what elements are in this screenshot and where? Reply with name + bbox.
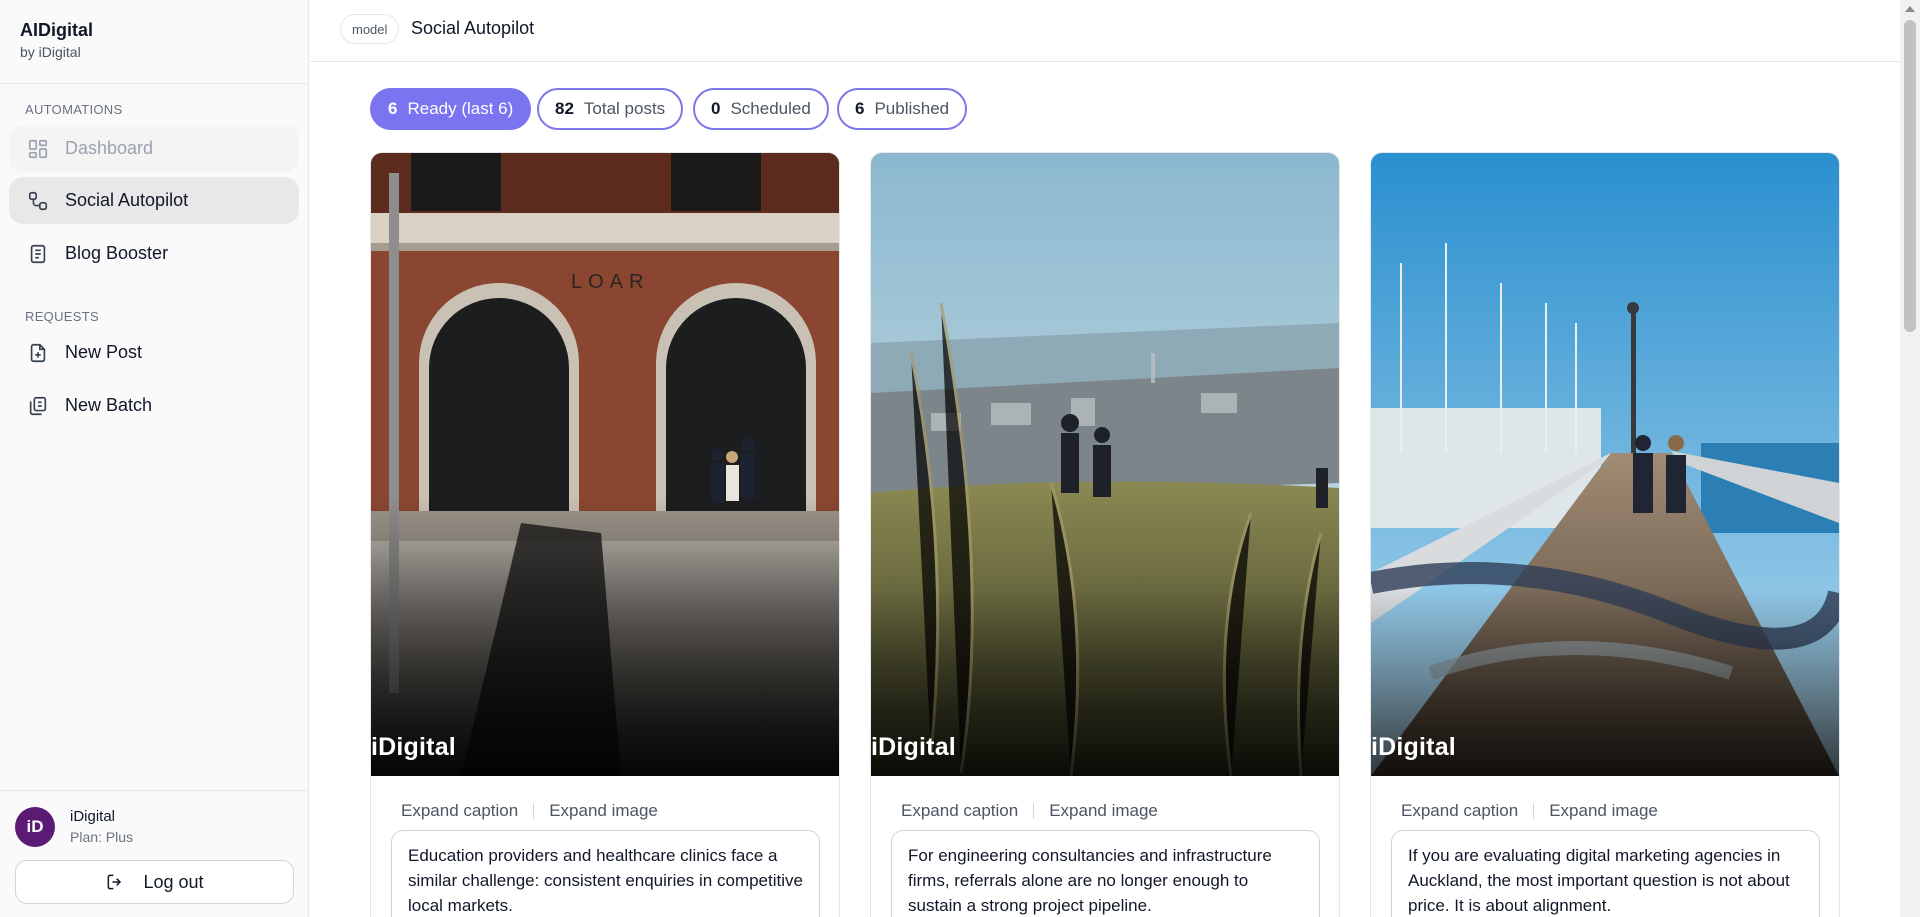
user-name: iDigital: [70, 808, 116, 825]
expand-caption-button[interactable]: Expand caption: [401, 801, 518, 821]
sidebar-item-blog-booster[interactable]: Blog Booster: [9, 230, 299, 277]
post-card: LOAR iDigital Expand caption Expand imag…: [370, 152, 840, 917]
share-nodes-icon: [26, 189, 50, 213]
logout-label: Log out: [143, 871, 204, 892]
expand-caption-button[interactable]: Expand caption: [1401, 801, 1518, 821]
sidebar-footer: iD iDigital Plan: Plus Log out: [0, 790, 309, 917]
sidebar-item-label: New Post: [65, 342, 143, 362]
document-icon: [26, 242, 50, 266]
page-scrollbar[interactable]: [1900, 0, 1920, 917]
post-image-brick-building: LOAR: [371, 153, 839, 776]
post-image[interactable]: iDigital: [871, 153, 1339, 776]
post-image[interactable]: LOAR iDigital: [371, 153, 839, 776]
sidebar: AIDigital by iDigital AUTOMATIONS Dashbo…: [0, 0, 309, 917]
stat-count: 6: [855, 99, 865, 118]
user-plan: Plan: Plus: [70, 829, 134, 845]
stat-count: 82: [555, 99, 574, 118]
post-image-harbour-boardwalk: [1371, 153, 1839, 776]
copy-files-icon: [26, 394, 50, 418]
brand: AIDigital by iDigital: [0, 0, 308, 84]
expand-image-button[interactable]: Expand image: [1049, 801, 1158, 821]
sidebar-item-dashboard[interactable]: Dashboard: [9, 125, 299, 172]
divider: [1533, 803, 1535, 819]
scroll-thumb[interactable]: [1904, 20, 1916, 332]
post-card: iDigital Expand caption Expand image For…: [870, 152, 1340, 917]
brand-name: AIDigital: [20, 20, 94, 40]
caption-text[interactable]: If you are evaluating digital marketing …: [1391, 830, 1820, 917]
file-plus-icon: [26, 341, 50, 365]
logout-button[interactable]: Log out: [15, 860, 294, 904]
dashboard-grid-icon: [26, 137, 50, 161]
stat-count: 6: [388, 99, 398, 118]
brand-subtitle: by iDigital: [20, 44, 81, 60]
divider: [1033, 803, 1035, 819]
sidebar-item-new-batch[interactable]: New Batch: [9, 382, 299, 429]
post-image-hill-city: [871, 153, 1339, 776]
expand-image-button[interactable]: Expand image: [1549, 801, 1658, 821]
stat-pill-total-posts[interactable]: 82 Total posts: [537, 88, 684, 130]
sidebar-item-label: Social Autopilot: [65, 190, 189, 210]
sidebar-item-social-autopilot[interactable]: Social Autopilot: [9, 177, 299, 224]
model-tag: model: [340, 14, 400, 44]
expand-image-button[interactable]: Expand image: [549, 801, 658, 821]
sidebar-item-label: Dashboard: [65, 138, 154, 158]
post-card: iDigital Expand caption Expand image If …: [1370, 152, 1840, 917]
stat-pill-scheduled[interactable]: 0 Scheduled: [693, 88, 829, 130]
section-label-automations: AUTOMATIONS: [25, 102, 123, 117]
stat-count: 0: [711, 99, 721, 118]
caption-text[interactable]: Education providers and healthcare clini…: [391, 830, 820, 917]
caption-text[interactable]: For engineering consultancies and infras…: [891, 830, 1320, 917]
sidebar-item-label: Blog Booster: [65, 243, 169, 263]
section-label-requests: REQUESTS: [25, 309, 99, 324]
watermark-logo: iDigital: [1371, 733, 1456, 761]
watermark-logo: iDigital: [371, 733, 456, 761]
stat-label: Published: [874, 99, 950, 118]
expand-caption-button[interactable]: Expand caption: [901, 801, 1018, 821]
avatar: iD: [15, 807, 55, 847]
stat-label: Scheduled: [730, 99, 811, 118]
sidebar-item-new-post[interactable]: New Post: [9, 329, 299, 376]
watermark-logo: iDigital: [871, 733, 956, 761]
sidebar-item-label: New Batch: [65, 395, 153, 415]
post-image[interactable]: iDigital: [1371, 153, 1839, 776]
logout-icon: [108, 874, 122, 890]
stat-pill-ready[interactable]: 6 Ready (last 6): [370, 88, 532, 130]
stat-pill-published[interactable]: 6 Published: [837, 88, 968, 130]
scroll-up-arrow-icon[interactable]: [1905, 6, 1915, 12]
divider: [533, 803, 535, 819]
stat-label: Ready (last 6): [407, 99, 514, 118]
page-title: Social Autopilot: [411, 18, 535, 38]
header: model Social Autopilot: [310, 0, 1900, 62]
stat-label: Total posts: [583, 99, 666, 118]
